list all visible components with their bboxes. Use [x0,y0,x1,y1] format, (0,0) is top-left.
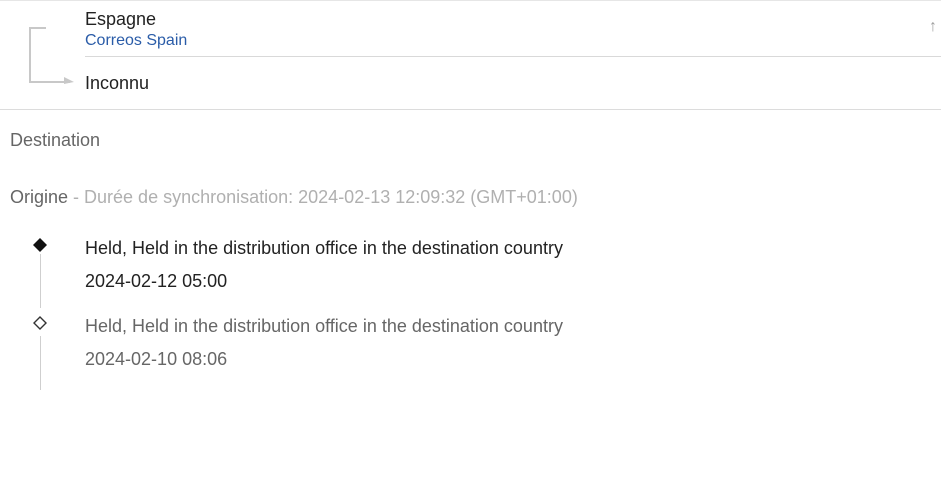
section-divider [0,109,941,110]
top-border [0,0,941,1]
destination-section-label: Destination [10,130,101,150]
arrow-up-icon[interactable]: ↑ [929,19,937,35]
tracking-page: Espagne Correos Spain Inconnu ↑ Destinat… [0,0,941,477]
header-divider [85,56,941,57]
origin-sync-line: Origine - Durée de synchronisation: 2024… [10,187,578,207]
timeline-connector [40,254,41,308]
event-date: 2024-02-10 08:06 [85,349,228,369]
outline-diamond-icon [33,316,47,330]
carrier-link[interactable]: Correos Spain [85,32,187,50]
sync-time-text: - Durée de synchronisation: 2024-02-13 1… [68,187,578,207]
tracking-timeline: Held, Held in the distribution office in… [0,230,941,410]
destination-country: Inconnu [85,73,150,93]
event-date: 2024-02-12 05:00 [85,271,228,291]
filled-diamond-icon [33,238,47,252]
event-status: Held, Held in the distribution office in… [85,238,563,258]
origin-section-label: Origine [10,187,69,207]
origin-country: Espagne [85,9,157,29]
route-arrow-icon [29,27,74,84]
timeline-connector [40,336,41,390]
event-status: Held, Held in the distribution office in… [85,316,563,336]
scroll-fade [0,392,941,404]
